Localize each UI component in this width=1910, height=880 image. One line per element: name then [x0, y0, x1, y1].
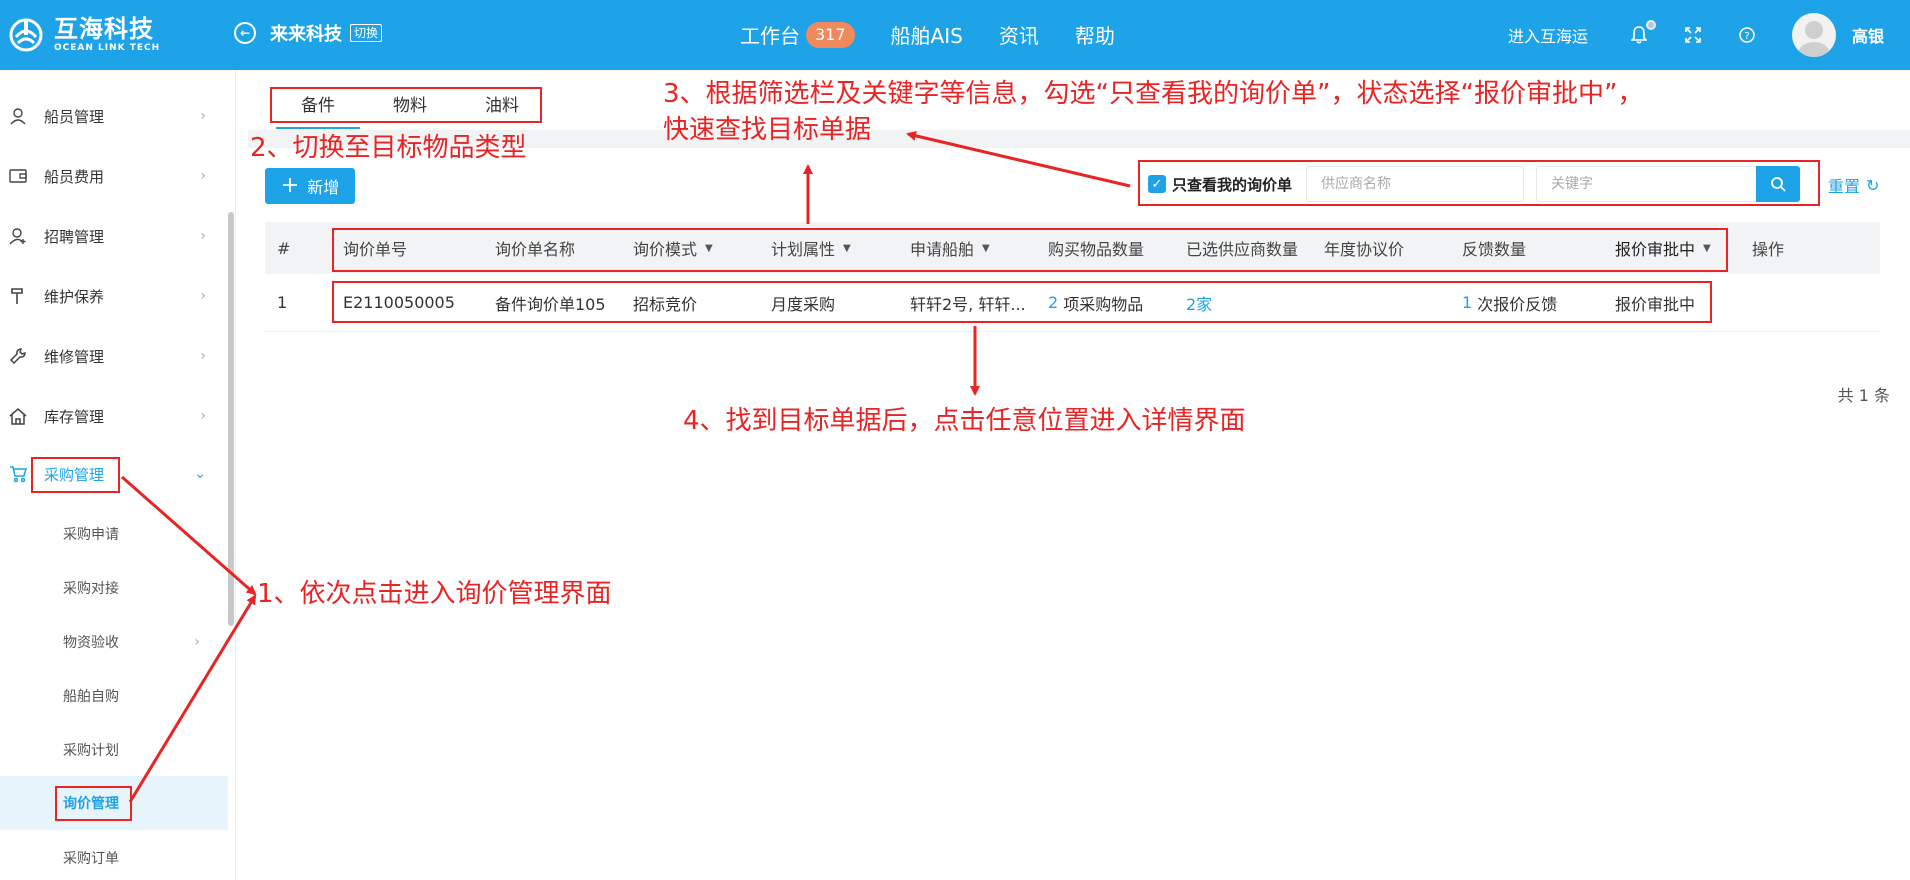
avatar[interactable] [1791, 13, 1836, 57]
bell-icon[interactable] [1630, 20, 1656, 44]
top-nav: 工作台 317 船舶AIS 资讯 帮助 [740, 20, 1151, 49]
sidebar-subitem-purchase-plan[interactable]: 采购计划 [0, 728, 228, 772]
chevron-right-icon: › [200, 168, 206, 184]
annotation-box-purchase [31, 457, 120, 493]
enter-huhaiyun-link[interactable]: 进入互海运 [1508, 23, 1588, 47]
annotation-step-3-line1: 3、根据筛选栏及关键字等信息，勾选“只查看我的询价单”，状态选择“报价审批中”， [663, 79, 1644, 109]
sidebar-subitem-label: 采购订单 [63, 851, 119, 867]
company-switcher: ← 来来科技 切换 [234, 20, 383, 46]
logo-subtitle: OCEAN LINK TECH [54, 43, 161, 53]
svg-text:?: ? [1744, 31, 1749, 42]
fullscreen-icon[interactable] [1684, 26, 1702, 44]
nav-ship-ais[interactable]: 船舶AIS [891, 20, 963, 49]
header-right: 进入互海运 ? 高银 [1508, 0, 1910, 70]
col-index: # [277, 238, 291, 258]
sidebar-item-label: 维修管理 [44, 347, 105, 366]
annotation-box-inquiry [55, 786, 132, 821]
nav-workbench-label: 工作台 [740, 24, 800, 48]
chevron-right-icon: › [200, 348, 206, 364]
annotation-step-4: 4、找到目标单据后，点击任意位置进入详情界面 [683, 406, 1246, 436]
sidebar-subitem-purchase-match[interactable]: 采购对接 [0, 566, 228, 610]
help-circle-icon[interactable]: ? [1738, 26, 1756, 44]
switch-company-button[interactable]: 切换 [350, 24, 383, 42]
sidebar-item-label: 船员费用 [44, 167, 105, 186]
sidebar-subitem-label: 采购申请 [63, 527, 119, 543]
wrench-icon [8, 346, 28, 366]
total-count: 共 1 条 [1837, 386, 1890, 405]
cell-index: 1 [277, 293, 288, 312]
plus-icon: + [280, 173, 300, 198]
hammer-icon [8, 286, 28, 306]
reset-button[interactable]: 重置 ↻ [1828, 173, 1879, 197]
col-actions: 操作 [1752, 240, 1785, 259]
nav-news[interactable]: 资讯 [999, 20, 1039, 49]
sidebar-item-label: 维护保养 [44, 287, 105, 306]
add-button-label: 新增 [307, 178, 340, 197]
sidebar-subitem-label: 采购对接 [63, 581, 119, 597]
annotation-step-3-line2: 快速查找目标单据 [663, 115, 872, 145]
company-name: 来来科技 [270, 24, 342, 45]
top-header: 互海科技 OCEAN LINK TECH ← 来来科技 切换 工作台 317 船… [0, 0, 1910, 70]
logo[interactable]: 互海科技 OCEAN LINK TECH [8, 14, 160, 56]
username[interactable]: 高银 [1852, 23, 1884, 47]
sidebar-subitem-label: 船舶自购 [63, 689, 119, 705]
sidebar-item-crew[interactable]: 船员管理 › [0, 92, 228, 140]
workbench-count-badge: 317 [806, 21, 855, 48]
sidebar-item-label: 船员管理 [44, 107, 105, 126]
sidebar-item-inventory[interactable]: 库存管理 › [0, 392, 228, 440]
reset-label: 重置 [1828, 177, 1861, 196]
person-add-icon [8, 226, 28, 246]
chevron-right-icon: › [200, 288, 206, 304]
chevron-right-icon: › [200, 408, 206, 424]
page-root: 互海科技 OCEAN LINK TECH ← 来来科技 切换 工作台 317 船… [0, 0, 1910, 880]
nav-help[interactable]: 帮助 [1075, 20, 1115, 49]
sidebar-subitem-label: 采购计划 [63, 743, 119, 759]
cart-icon [8, 464, 28, 484]
chevron-right-icon: › [200, 108, 206, 124]
notification-dot [1645, 20, 1656, 30]
wallet-icon [8, 166, 28, 186]
sidebar-item-label: 招聘管理 [44, 227, 105, 246]
sidebar-item-crew-cost[interactable]: 船员费用 › [0, 152, 228, 200]
logo-title: 互海科技 [54, 15, 154, 43]
sidebar-item-repair[interactable]: 维修管理 › [0, 332, 228, 380]
annotation-step-1: 1、依次点击进入询价管理界面 [257, 579, 612, 609]
annotation-box-headers [332, 228, 1728, 272]
sidebar-item-label: 库存管理 [44, 407, 105, 426]
chevron-right-icon: › [194, 634, 200, 650]
home-icon [8, 406, 28, 426]
annotation-step-2: 2、切换至目标物品类型 [250, 133, 527, 163]
annotation-box-row [332, 281, 1712, 323]
sidebar-subitem-acceptance[interactable]: 物资验收 › [0, 620, 228, 664]
nav-workbench[interactable]: 工作台 317 [740, 20, 855, 49]
add-button[interactable]: + 新增 [265, 168, 355, 204]
sidebar-item-recruit[interactable]: 招聘管理 › [0, 212, 228, 260]
sidebar-subitem-self-purchase[interactable]: 船舶自购 [0, 674, 228, 718]
person-icon [8, 106, 28, 126]
annotation-box-filters [1138, 160, 1820, 206]
sidebar-subitem-purchase-request[interactable]: 采购申请 [0, 512, 228, 556]
annotation-box-tabs [270, 87, 542, 123]
logo-mark-icon [9, 18, 43, 52]
sidebar-subitem-purchase-order[interactable]: 采购订单 [0, 836, 228, 880]
back-arrow-icon[interactable]: ← [234, 22, 256, 44]
sidebar-subitem-label: 物资验收 [63, 635, 119, 651]
refresh-icon: ↻ [1866, 175, 1880, 195]
chevron-right-icon: › [200, 228, 206, 244]
sidebar-item-maintenance[interactable]: 维护保养 › [0, 272, 228, 320]
chevron-down-icon: ⌄ [194, 466, 206, 482]
sidebar-scrollbar[interactable] [228, 212, 234, 626]
